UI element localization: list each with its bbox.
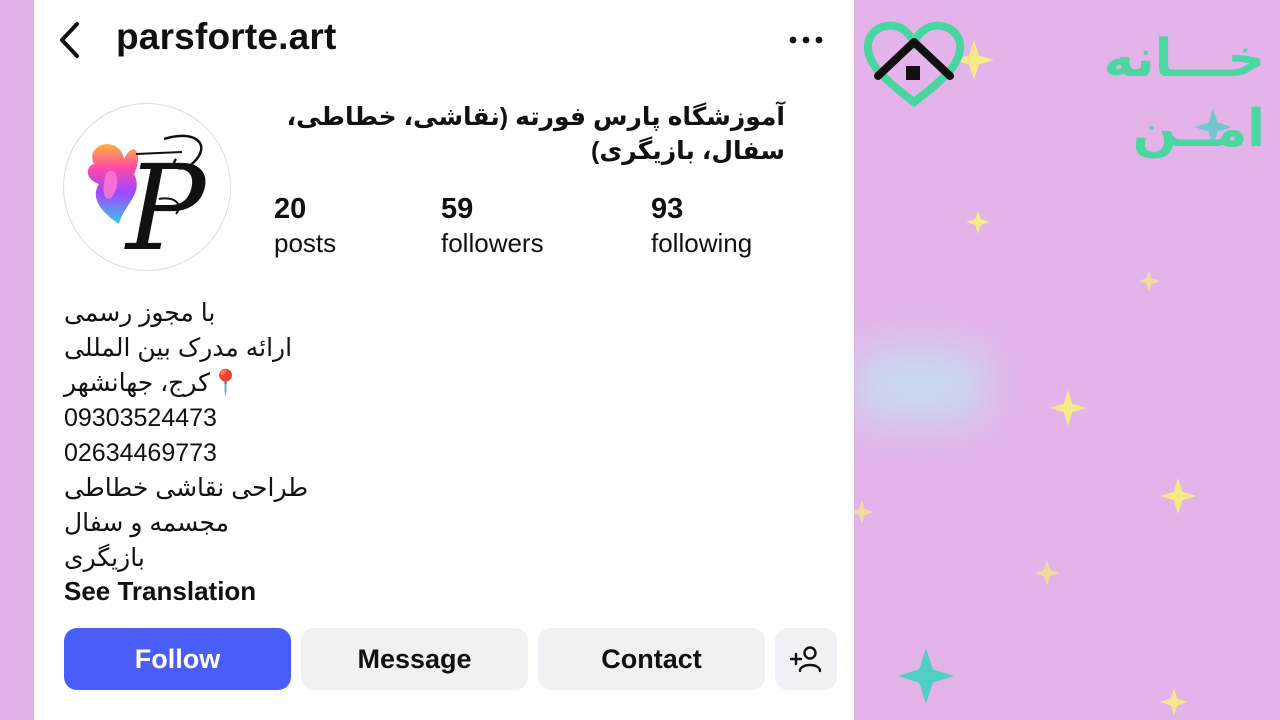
add-person-icon [789,646,822,673]
bio-line: با مجوز رسمی [64,299,216,327]
bio-line: بازیگری [64,544,145,572]
bio-phone[interactable]: 09303524473 [64,401,484,436]
bio-line: مجسمه و سفال [64,509,230,537]
bio-line: ارائه مدرک بین المللی [64,334,293,362]
following-label: following [651,228,753,258]
following-stat[interactable]: 93 following [651,192,752,260]
watermark-text: خـــانه امــن [1103,30,1265,158]
profile-full-name: آموزشگاه پارس فورته (نقاشی، خطاطی، سفال،… [286,103,785,165]
suggested-people-button[interactable] [775,628,837,690]
posts-count: 20 [274,193,307,225]
bio-line: طراحی نقاشی خطاطی [64,474,309,502]
logo-image: P [87,134,208,270]
profile-bio: با مجوز رسمی ارائه مدرک بین المللی 📍کرج،… [64,296,484,576]
profile-username: parsforte.art [116,16,337,57]
followers-count: 59 [441,193,474,225]
more-options-button[interactable] [786,26,826,54]
house-heart-logo [863,21,965,108]
back-button[interactable] [54,20,86,60]
followers-stat[interactable]: 59 followers [441,192,544,260]
see-translation-link[interactable]: See Translation [64,576,256,607]
bio-location-line: 📍کرج، جهانشهر [64,369,242,397]
contact-button[interactable]: Contact [538,628,765,690]
following-count: 93 [651,193,684,225]
bio-phone[interactable]: 02634469773 [64,436,484,471]
more-horizontal-icon [789,36,823,44]
message-button[interactable]: Message [301,628,528,690]
follow-button[interactable]: Follow [64,628,291,690]
chevron-left-icon [60,22,79,58]
profile-avatar[interactable]: P [63,103,231,271]
left-background [0,0,34,720]
followers-label: followers [441,228,544,258]
posts-label: posts [274,228,337,258]
posts-stat[interactable]: 20 posts [274,192,336,260]
